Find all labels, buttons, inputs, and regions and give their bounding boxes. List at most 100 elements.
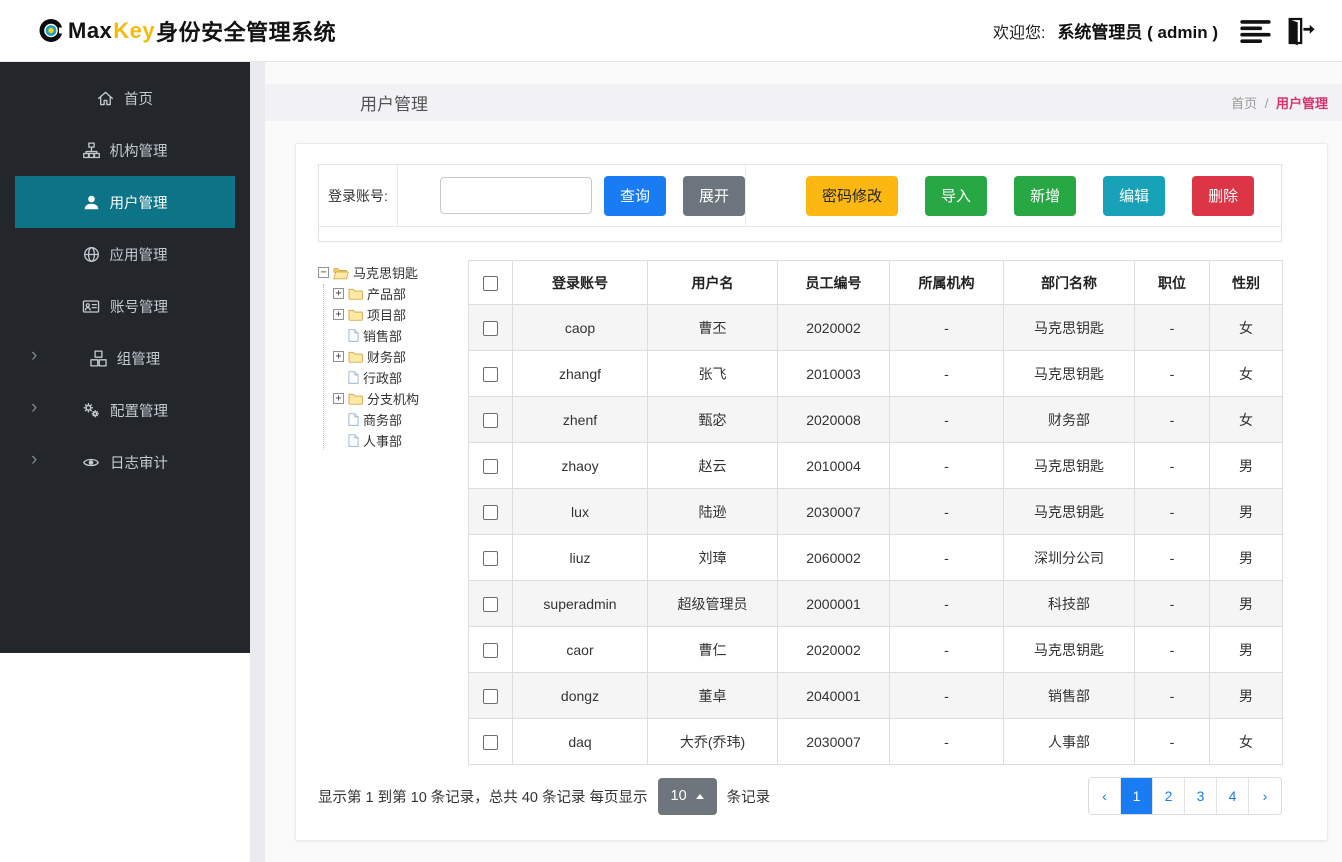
row-checkbox[interactable] xyxy=(483,596,498,612)
login-account-label: 登录账号: xyxy=(319,165,398,226)
cell-department: 科技部 xyxy=(1003,580,1135,627)
table-row[interactable]: zhenf 甄宓 2020008 - 财务部 - 女 xyxy=(468,396,1283,443)
add-button[interactable]: 新增 xyxy=(1014,175,1077,216)
tree-node-label[interactable]: 分支机构 xyxy=(367,389,419,408)
folder-icon xyxy=(348,393,363,405)
table-row[interactable]: superadmin 超级管理员 2000001 - 科技部 - 男 xyxy=(468,580,1283,627)
table-row[interactable]: zhangf 张飞 2010003 - 马克思钥匙 - 女 xyxy=(468,350,1283,397)
edit-button[interactable]: 编辑 xyxy=(1103,175,1166,216)
sidebar-item-label: 应用管理 xyxy=(109,247,168,264)
row-checkbox[interactable] xyxy=(483,320,498,336)
table-row[interactable]: liuz 刘璋 2060002 - 深圳分公司 - 男 xyxy=(468,534,1283,581)
table-row[interactable]: caop 曹丕 2020002 - 马克思钥匙 - 女 xyxy=(468,304,1283,351)
delete-button[interactable]: 删除 xyxy=(1192,175,1255,216)
sidebar-item-app-management[interactable]: 应用管理 xyxy=(15,228,235,280)
page-size-dropdown[interactable]: 10 xyxy=(657,777,717,815)
next-page-button[interactable]: › xyxy=(1249,778,1281,814)
tree-node[interactable]: + 项目部 xyxy=(333,305,468,324)
tree-node-label[interactable]: 人事部 xyxy=(363,431,402,450)
table-row[interactable]: dongz 董卓 2040001 - 销售部 - 男 xyxy=(468,672,1283,719)
cell-department: 马克思钥匙 xyxy=(1003,442,1135,489)
sidebar-item-user-management[interactable]: 用户管理 xyxy=(15,176,235,228)
tree-node-label[interactable]: 产品部 xyxy=(367,284,406,303)
sidebar-item-config-management[interactable]: › 配置管理 xyxy=(15,384,235,436)
pagination: ‹ 1 2 3 4 › xyxy=(1088,777,1282,815)
sidebar-item-log-audit[interactable]: › 日志审计 xyxy=(15,436,235,488)
table-row[interactable]: daq 大乔(乔玮) 2030007 - 人事部 - 女 xyxy=(468,718,1283,765)
tree-node[interactable]: 商务部 xyxy=(333,410,468,429)
expand-icon[interactable]: + xyxy=(333,393,344,404)
cell-organization: - xyxy=(889,396,1004,443)
caret-up-icon xyxy=(695,793,704,799)
cell-employee-no: 2010003 xyxy=(777,350,890,397)
row-checkbox[interactable] xyxy=(483,366,498,382)
tree-node[interactable]: + 分支机构 xyxy=(333,389,468,408)
change-password-button[interactable]: 密码修改 xyxy=(806,175,899,216)
query-button[interactable]: 查询 xyxy=(604,175,667,216)
menu-icon[interactable] xyxy=(1240,18,1272,44)
cell-gender: 男 xyxy=(1209,626,1283,673)
sidebar-item-account-management[interactable]: 账号管理 xyxy=(15,280,235,332)
logout-icon[interactable] xyxy=(1284,16,1316,46)
sidebar-gutter xyxy=(250,62,265,862)
sidebar-item-label: 配置管理 xyxy=(110,403,168,420)
login-account-input[interactable] xyxy=(440,177,592,214)
tree-node[interactable]: 行政部 xyxy=(333,368,468,387)
cell-login: liuz xyxy=(512,534,648,581)
cell-username: 曹丕 xyxy=(647,304,778,351)
row-select-cell xyxy=(468,304,513,351)
tree-node-label[interactable]: 行政部 xyxy=(363,368,402,387)
row-checkbox[interactable] xyxy=(483,412,498,428)
row-checkbox[interactable] xyxy=(483,688,498,704)
table-row[interactable]: caor 曹仁 2020002 - 马克思钥匙 - 男 xyxy=(468,626,1283,673)
expand-icon[interactable]: + xyxy=(333,309,344,320)
import-button[interactable]: 导入 xyxy=(925,175,988,216)
page-button-1[interactable]: 1 xyxy=(1121,778,1153,814)
row-checkbox[interactable] xyxy=(483,504,498,520)
eye-icon xyxy=(83,458,99,466)
select-all-checkbox[interactable] xyxy=(483,275,498,291)
expand-icon[interactable]: + xyxy=(333,351,344,362)
tree-node[interactable]: + 产品部 xyxy=(333,284,468,303)
expand-icon[interactable]: + xyxy=(333,288,344,299)
tree-node-label[interactable]: 马克思钥匙 xyxy=(353,263,418,282)
column-header: 所属机构 xyxy=(889,260,1004,305)
row-select-cell xyxy=(468,580,513,627)
cell-employee-no: 2000001 xyxy=(777,580,890,627)
table-row[interactable]: zhaoy 赵云 2010004 - 马克思钥匙 - 男 xyxy=(468,442,1283,489)
cell-position: - xyxy=(1134,396,1210,443)
cell-position: - xyxy=(1134,718,1210,765)
tree-node[interactable]: 人事部 xyxy=(333,431,468,450)
row-checkbox[interactable] xyxy=(483,458,498,474)
sidebar-item-label: 首页 xyxy=(124,91,153,108)
tree-node[interactable]: + 财务部 xyxy=(333,347,468,366)
column-header: 性别 xyxy=(1209,260,1283,305)
collapse-icon[interactable]: − xyxy=(318,267,329,278)
expand-button[interactable]: 展开 xyxy=(683,175,746,216)
breadcrumb-home-link[interactable]: 首页 xyxy=(1231,96,1257,111)
tree-node-label[interactable]: 项目部 xyxy=(367,305,406,324)
row-select-cell xyxy=(468,442,513,489)
tree-node-label[interactable]: 商务部 xyxy=(363,410,402,429)
cell-gender: 女 xyxy=(1209,718,1283,765)
page-button-2[interactable]: 2 xyxy=(1153,778,1185,814)
file-icon xyxy=(348,434,359,447)
page-button-4[interactable]: 4 xyxy=(1217,778,1249,814)
tree-node-label[interactable]: 财务部 xyxy=(367,347,406,366)
prev-page-button[interactable]: ‹ xyxy=(1089,778,1121,814)
sidebar-item-group-management[interactable]: › 组管理 xyxy=(15,332,235,384)
row-checkbox[interactable] xyxy=(483,550,498,566)
cell-gender: 女 xyxy=(1209,304,1283,351)
sidebar-item-org-management[interactable]: 机构管理 xyxy=(15,124,235,176)
page-button-3[interactable]: 3 xyxy=(1185,778,1217,814)
tree-node[interactable]: 销售部 xyxy=(333,326,468,345)
table-row[interactable]: lux 陆逊 2030007 - 马克思钥匙 - 男 xyxy=(468,488,1283,535)
tree-node-label[interactable]: 销售部 xyxy=(363,326,402,345)
row-checkbox[interactable] xyxy=(483,642,498,658)
row-checkbox[interactable] xyxy=(483,734,498,750)
sidebar-item-home[interactable]: 首页 xyxy=(15,72,235,124)
table-header-row: 登录账号 用户名 员工编号 所属机构 部门名称 职位 性别 xyxy=(468,260,1283,305)
file-icon xyxy=(348,371,359,384)
tree-root-node[interactable]: − 马克思钥匙 xyxy=(318,263,468,282)
row-select-cell xyxy=(468,350,513,397)
